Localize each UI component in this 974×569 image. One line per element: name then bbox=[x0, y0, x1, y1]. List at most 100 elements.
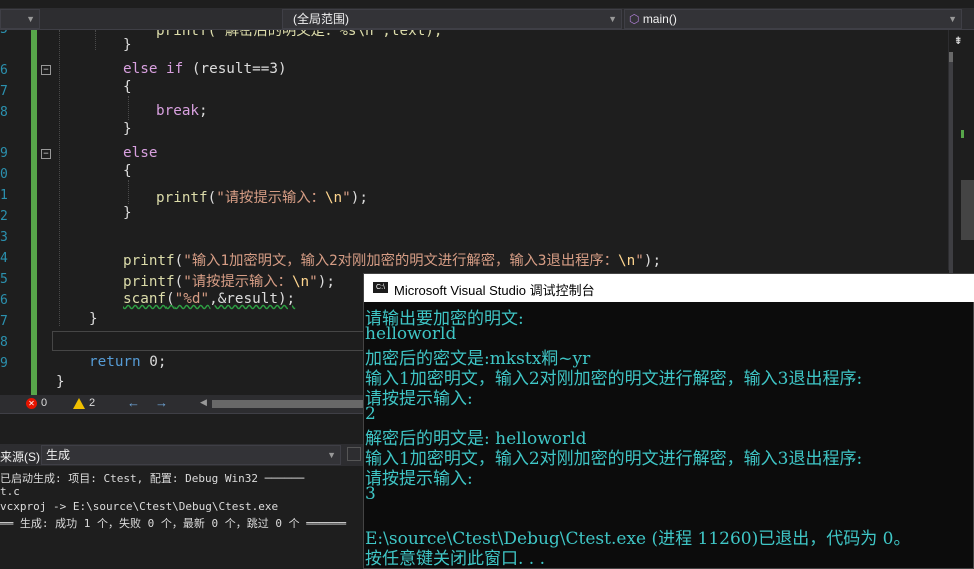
error-icon[interactable]: ✕ bbox=[26, 398, 37, 409]
line-number: 7 bbox=[0, 84, 8, 99]
warning-count[interactable]: 2 bbox=[89, 397, 95, 409]
console-body[interactable]: 请输出要加密的明文: helloworld 加密后的密文是:mkstx粡~yr … bbox=[365, 304, 974, 569]
chevron-down-icon: ▼ bbox=[327, 450, 336, 460]
code-text: ( bbox=[166, 291, 175, 307]
indent-guide bbox=[59, 30, 60, 326]
line-number: 3 bbox=[0, 230, 8, 245]
escape-sequence: \n bbox=[291, 274, 310, 290]
console-icon: C:\ bbox=[373, 282, 388, 293]
code-line: { bbox=[123, 79, 132, 95]
code-text: ( bbox=[207, 190, 217, 206]
horizontal-scroll-thumb[interactable] bbox=[212, 400, 365, 408]
code-text: ); bbox=[317, 274, 335, 290]
output-line: ══ 生成: 成功 1 个，失败 0 个，最新 0 个，跳过 0 个 ═════… bbox=[0, 517, 346, 530]
error-count[interactable]: 0 bbox=[41, 397, 47, 409]
code-text: ); bbox=[643, 253, 662, 269]
console-line: 2 bbox=[365, 404, 376, 424]
string-literal: "请按提示输入： bbox=[183, 274, 292, 290]
chevron-down-icon: ▼ bbox=[26, 14, 35, 24]
code-text: ,&result); bbox=[209, 291, 296, 307]
line-number: 2 bbox=[0, 209, 8, 224]
line-number: 1 bbox=[0, 188, 8, 203]
console-line: 按任意键关闭此窗口. . . bbox=[365, 549, 546, 569]
output-line: t.c bbox=[0, 485, 20, 498]
keyword: return bbox=[89, 354, 141, 370]
string-literal: " bbox=[342, 190, 351, 206]
function-name: printf bbox=[156, 190, 208, 206]
function-label: main() bbox=[642, 12, 677, 26]
code-line: printf("请按提示输入：\n"); bbox=[123, 270, 335, 291]
back-arrow-icon[interactable]: ← bbox=[127, 395, 140, 410]
keyword: break bbox=[156, 103, 200, 119]
line-number: 6 bbox=[0, 63, 8, 78]
code-text: ; bbox=[199, 103, 208, 119]
line-number: 4 bbox=[0, 251, 8, 266]
line-number: 8 bbox=[0, 335, 8, 350]
collapse-icon[interactable]: − bbox=[41, 149, 51, 159]
indent-guide bbox=[128, 180, 129, 204]
code-line: printf("请按提示输入：\n"); bbox=[156, 186, 368, 207]
code-line: break; bbox=[156, 103, 208, 119]
find-message-icon[interactable] bbox=[347, 447, 361, 461]
string-literal: "%d" bbox=[174, 291, 210, 307]
console-line: helloworld bbox=[365, 324, 457, 344]
console-title-bar[interactable]: C:\ Microsoft Visual Studio 调试控制台 bbox=[364, 274, 974, 302]
indent-guide bbox=[128, 96, 129, 120]
project-dropdown[interactable]: ▼ bbox=[0, 9, 40, 29]
code-line: { bbox=[123, 163, 132, 179]
scroll-left-icon[interactable]: ◀ bbox=[200, 397, 207, 408]
code-line: } bbox=[123, 121, 132, 137]
function-name: scanf bbox=[123, 291, 167, 307]
chevron-down-icon: ▼ bbox=[608, 14, 617, 24]
change-marker bbox=[961, 130, 964, 138]
forward-arrow-icon[interactable]: → bbox=[155, 395, 168, 410]
line-number: 5 bbox=[0, 272, 8, 287]
string-literal: " bbox=[309, 274, 318, 290]
indent-guide bbox=[95, 30, 96, 50]
code-text: ); bbox=[350, 190, 368, 206]
console-title: Microsoft Visual Studio 调试控制台 bbox=[394, 283, 595, 298]
code-line: return 0; bbox=[89, 354, 166, 370]
code-line: } bbox=[123, 37, 132, 53]
split-icon[interactable]: ⇟ bbox=[954, 32, 962, 48]
code-text: (result==3) bbox=[183, 61, 287, 77]
scope-label: (全局范围) bbox=[293, 12, 349, 26]
output-line: vcxproj -> E:\source\Ctest\Debug\Ctest.e… bbox=[0, 500, 279, 513]
source-label: 来源(S): bbox=[0, 450, 44, 464]
function-dropdown[interactable]: ⬡ main() ▼ bbox=[624, 9, 962, 29]
code-text: 0; bbox=[140, 354, 167, 370]
editor-vertical-scrollbar[interactable]: ⇟ bbox=[948, 30, 974, 292]
console-line: 3 bbox=[365, 484, 376, 504]
source-value: 生成 bbox=[46, 448, 71, 462]
cube-icon: ⬡ bbox=[629, 12, 643, 26]
code-line: scanf("%d",&result); bbox=[123, 291, 295, 307]
chevron-down-icon: ▼ bbox=[948, 14, 957, 24]
console-line: 请按提示输入: bbox=[365, 469, 473, 489]
escape-sequence: \n bbox=[618, 253, 636, 269]
code-line: printf("输入1加密明文，输入2对刚加密的明文进行解密，输入3退出程序：\… bbox=[123, 249, 661, 270]
code-line: else if (result==3) bbox=[123, 61, 287, 77]
warning-icon[interactable] bbox=[73, 398, 85, 409]
line-number: 8 bbox=[0, 105, 8, 120]
output-panel: 来源(S): 生成 ▼ 已启动生成: 项目: Ctest, 配置: Debug … bbox=[0, 413, 365, 569]
code-line: } bbox=[123, 205, 132, 221]
code-text: ( bbox=[174, 274, 184, 290]
scroll-track[interactable] bbox=[949, 62, 953, 292]
source-select[interactable]: 生成 ▼ bbox=[41, 445, 341, 465]
code-line: } bbox=[89, 311, 98, 327]
string-literal: "请按提示输入： bbox=[216, 190, 325, 206]
title-strip bbox=[0, 0, 974, 8]
debug-console-window[interactable]: C:\ Microsoft Visual Studio 调试控制台 请输出要加密… bbox=[363, 273, 974, 569]
navigation-bar: ▼ (全局范围) ▼ ⬡ main() ▼ bbox=[0, 0, 974, 30]
function-name: printf bbox=[123, 274, 175, 290]
collapse-icon[interactable]: − bbox=[41, 65, 51, 75]
line-number: 9 bbox=[0, 356, 8, 371]
scope-dropdown[interactable]: (全局范围) ▼ bbox=[282, 9, 622, 29]
scroll-map-view[interactable] bbox=[961, 180, 974, 240]
function-name: printf bbox=[123, 253, 175, 269]
line-number: 7 bbox=[0, 314, 8, 329]
keyword: else if bbox=[123, 61, 184, 77]
code-line: else bbox=[123, 145, 158, 161]
line-number: 0 bbox=[0, 167, 8, 182]
output-toolbar: 来源(S): 生成 ▼ bbox=[0, 444, 365, 466]
